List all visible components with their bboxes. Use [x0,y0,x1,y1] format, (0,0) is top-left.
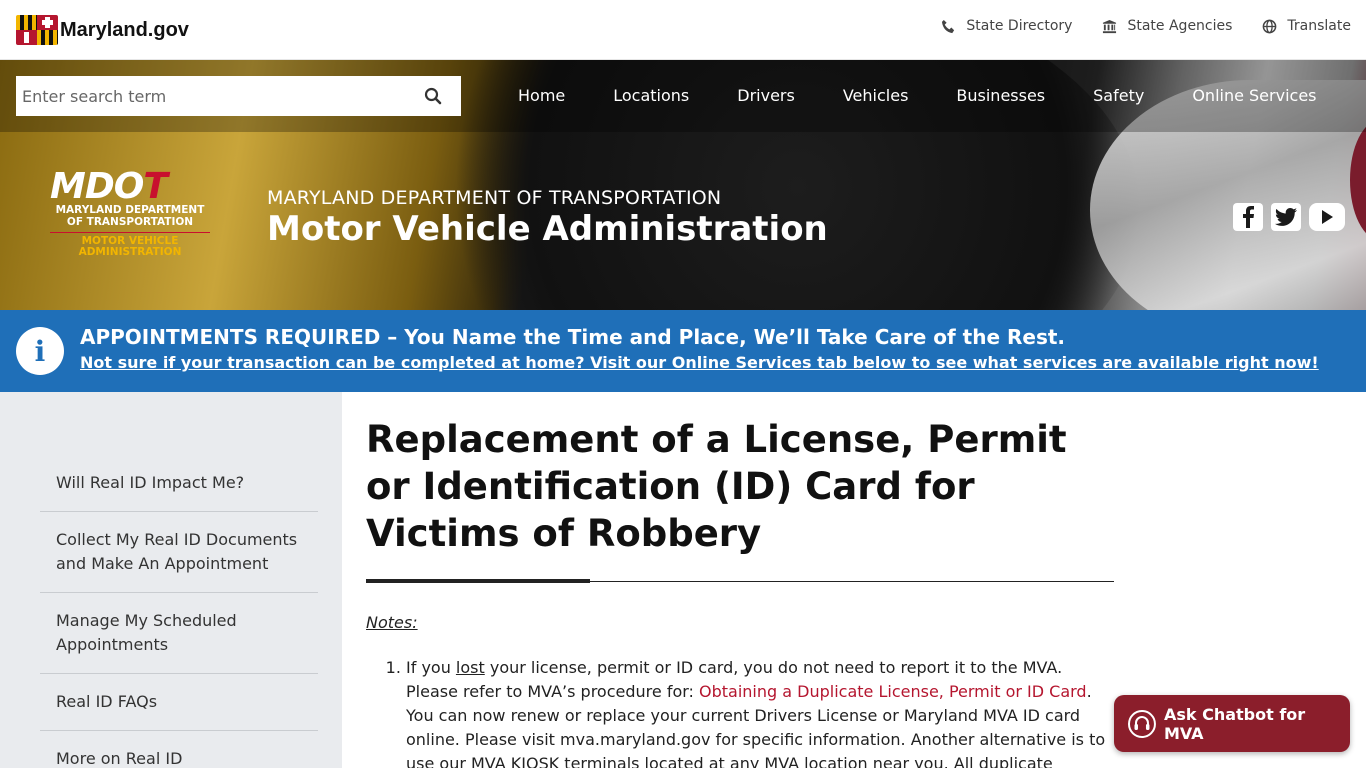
nav-drivers[interactable]: Drivers [713,84,819,108]
main-navigation: Home Locations Drivers Vehicles Business… [494,84,1341,108]
notes-heading: Notes: [366,613,418,632]
utility-links: State Directory State Agencies Translate [941,18,1351,34]
sidebar-nav: Will Real ID Impact Me? Collect My Real … [40,456,318,768]
list-item: If you lost your license, permit or ID c… [406,656,1114,768]
search-icon [424,87,442,105]
notes-list: If you lost your license, permit or ID c… [366,656,1114,768]
phone-icon [942,19,955,33]
social-links [1233,203,1345,231]
note-text-pre: If you [406,658,456,677]
note-text-lost: lost [455,658,485,677]
search-input[interactable] [16,76,405,116]
top-bar: Maryland.gov State Directory State Agenc… [0,0,1366,60]
page-title: Replacement of a License, Permit or Iden… [366,418,1067,555]
mdot-logo-line2: OF TRANSPORTATION [66,216,194,228]
state-agencies-label: State Agencies [1127,18,1233,34]
brand-name: Maryland.gov [60,18,189,41]
department-name: MARYLAND DEPARTMENT OF TRANSPORTATION [267,187,722,209]
building-icon [1103,19,1117,33]
ask-chatbot-button[interactable]: Ask Chatbot for MVA [1114,695,1350,752]
search-button[interactable] [405,76,461,116]
mdot-logo-line4: ADMINISTRATION [78,246,182,258]
alert-online-services-link[interactable]: Not sure if your transaction can be comp… [80,353,1319,372]
state-directory-link[interactable]: State Directory [941,18,1072,34]
youtube-icon[interactable] [1309,203,1345,231]
alert-title: APPOINTMENTS REQUIRED – You Name the Tim… [80,325,1066,349]
chatbot-label: Ask Chatbot for MVA [1163,704,1306,743]
sidebar-item-real-id-faqs[interactable]: Real ID FAQs [40,674,318,731]
search-bar [16,76,461,116]
duplicate-license-link[interactable]: Obtaining a Duplicate License, Permit or… [699,682,1087,701]
info-icon: i [16,327,64,375]
state-directory-label: State Directory [966,18,1073,34]
nav-locations[interactable]: Locations [589,84,713,108]
sidebar-item-more-real-id[interactable]: More on Real ID [40,731,318,768]
headset-chat-icon [1128,709,1156,738]
nav-vehicles[interactable]: Vehicles [819,84,933,108]
translate-link[interactable]: Translate [1262,18,1351,34]
main-content: Replacement of a License, Permit or Iden… [366,392,1114,768]
mdot-logo-mark: MDOT [50,166,168,207]
agency-title: MARYLAND DEPARTMENT OF TRANSPORTATION Mo… [267,187,828,249]
mdot-mva-logo[interactable]: MDOT MARYLAND DEPARTMENT OF TRANSPORTATI… [50,166,220,265]
nav-home[interactable]: Home [494,84,589,108]
maryland-flag-icon [16,15,58,45]
mdot-logo-line1: MARYLAND DEPARTMENT [55,204,205,216]
sidebar-item-real-id-impact[interactable]: Will Real ID Impact Me? [40,456,318,512]
nav-safety[interactable]: Safety [1069,84,1168,108]
maryland-gov-logo[interactable]: Maryland.gov [16,15,189,45]
state-agencies-link[interactable]: State Agencies [1102,18,1232,34]
twitter-icon[interactable] [1271,203,1301,231]
sidebar-item-collect-documents[interactable]: Collect My Real ID Documents and Make An… [40,512,318,593]
title-divider [366,579,1114,583]
globe-icon [1263,19,1277,33]
facebook-icon[interactable] [1233,203,1263,231]
sidebar-item-manage-appointments[interactable]: Manage My Scheduled Appointments [40,593,318,674]
appointments-alert: i APPOINTMENTS REQUIRED – You Name the T… [0,310,1366,392]
sidebar: Will Real ID Impact Me? Collect My Real … [0,392,342,768]
nav-online-services[interactable]: Online Services [1168,84,1340,108]
nav-businesses[interactable]: Businesses [932,84,1069,108]
translate-label: Translate [1287,18,1351,34]
administration-name: Motor Vehicle Administration [267,209,828,249]
